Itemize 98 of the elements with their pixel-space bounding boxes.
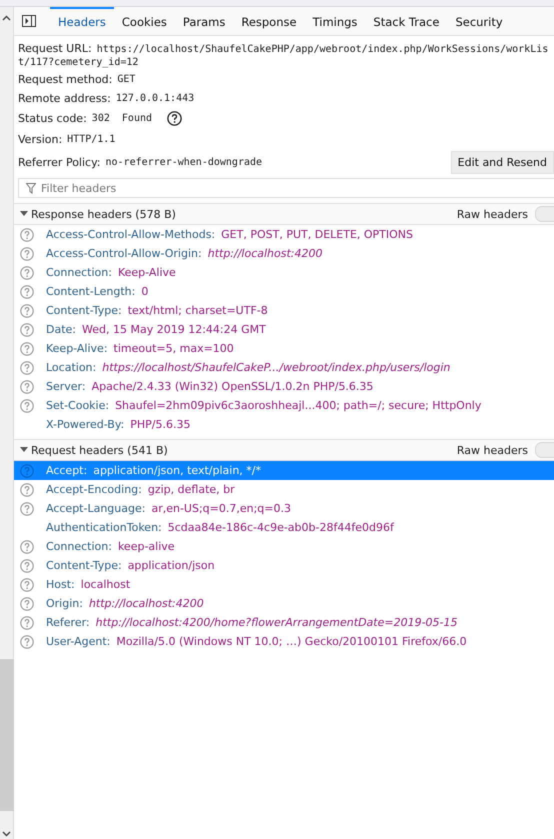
field-label: Remote address: (18, 92, 111, 105)
field-value: GET (117, 74, 136, 85)
raw-headers-label: Raw headers (456, 444, 528, 456)
header-row[interactable]: Connection: keep-alive (14, 537, 554, 556)
header-row[interactable]: Origin: http://localhost:4200 (14, 594, 554, 613)
header-row[interactable]: Access-Control-Allow-Origin: http://localhost:4200 (14, 244, 554, 263)
header-row[interactable]: Date: Wed, 15 May 2019 12:44:24 GMT (14, 320, 554, 339)
header-value: application/json, text/plain, */* (93, 464, 261, 477)
header-name: Content-Type: (46, 559, 122, 572)
sidebar-toggle-icon[interactable] (22, 15, 36, 27)
tab[interactable]: Stack Trace (365, 7, 448, 35)
scrollbar-thumb[interactable] (0, 659, 14, 811)
header-row[interactable]: Server: Apache/2.4.33 (Win32) OpenSSL/1.0.2n PHP/5.6.35 (14, 377, 554, 396)
header-value: https://localhost/ShaufelCakeP.../webroot/index.php/users/login (102, 361, 450, 374)
header-value: PHP/5.6.35 (130, 418, 190, 431)
header-value: 0 (141, 285, 148, 298)
header-name: Server: (46, 380, 86, 393)
header-name: Set-Cookie: (46, 399, 110, 412)
header-name: Referer: (46, 616, 90, 629)
header-value: gzip, deflate, br (148, 483, 235, 496)
filter-field[interactable]: Filter headers (18, 178, 554, 198)
field-value: HTTP/1.1 (67, 134, 116, 145)
header-row[interactable]: Location: https://localhost/ShaufelCakeP.../webroot/index.php/users/login (14, 358, 554, 377)
section-title[interactable]: Request headers (541 B) (31, 444, 168, 456)
header-name: Host: (46, 578, 75, 591)
header-name: Access-Control-Allow-Methods: (46, 228, 216, 241)
collapse-caret-icon[interactable] (20, 211, 28, 217)
scrollbar[interactable] (0, 7, 14, 839)
tab[interactable]: Cookies (114, 7, 175, 35)
header-name: Content-Type: (46, 304, 122, 317)
header-value: http://localhost:4200 (88, 597, 204, 610)
collapse-caret-icon[interactable] (20, 447, 28, 453)
header-value: keep-alive (118, 540, 175, 553)
help-icon[interactable] (167, 111, 182, 126)
header-name: Accept-Language: (46, 502, 146, 515)
raw-headers-label: Raw headers (456, 208, 528, 220)
header-value: Keep-Alive (118, 266, 176, 279)
request-url-line: Request URL: https://localhost/ShaufelCakePHP/app/webroot/index.php/WorkSessions/workList/117?cemetery_id=12 (18, 41, 550, 70)
header-name: Access-Control-Allow-Origin: (46, 247, 202, 260)
header-name: Accept-Encoding: (46, 483, 142, 496)
header-name: Date: (46, 323, 76, 336)
filter-icon (26, 183, 36, 194)
header-row[interactable]: Access-Control-Allow-Methods: GET, POST, PUT, DELETE, OPTIONS (14, 225, 554, 244)
header-name: Content-Length: (46, 285, 136, 298)
header-value: 5cdaa84e-186c-4c9e-ab0b-28f44fe0d96f (168, 521, 394, 534)
header-row[interactable]: User-Agent: Mozilla/5.0 (Windows NT 10.0; …) Gecko/20100101 Firefox/66.0 (14, 632, 554, 651)
header-value: http://localhost:4200/home?flowerArrangementDate=2019-05-15 (96, 616, 458, 629)
edit-and-resend-button[interactable]: Edit and Resend (450, 150, 554, 174)
scroll-up-icon[interactable] (2, 15, 11, 21)
header-name: Connection: (46, 540, 112, 553)
field-value: 302 Found (92, 113, 152, 124)
scroll-down-icon[interactable] (2, 831, 11, 837)
header-row[interactable]: X-Powered-By: PHP/5.6.35 (14, 415, 554, 434)
header-row[interactable]: Content-Type: application/json (14, 556, 554, 575)
section-title[interactable]: Response headers (578 B) (31, 208, 176, 220)
header-name: AuthenticationToken: (46, 521, 162, 534)
header-row[interactable]: Referer: http://localhost:4200/home?flowerArrangementDate=2019-05-15 (14, 613, 554, 632)
raw-headers-toggle[interactable] (535, 206, 554, 222)
header-row[interactable]: Content-Length: 0 (14, 282, 554, 301)
header-name: X-Powered-By: (46, 418, 124, 431)
header-row[interactable]: Accept: application/json, text/plain, */* (14, 461, 554, 480)
header-value: http://localhost:4200 (208, 247, 322, 260)
header-value: Wed, 15 May 2019 12:44:24 GMT (82, 323, 266, 336)
tab[interactable]: Timings (304, 7, 366, 35)
header-name: User-Agent: (46, 635, 110, 648)
header-name: Keep-Alive: (46, 342, 108, 355)
header-value: Shaufel=2hm09piv6c3aoroshheajl...400; path=/; secure; HttpOnly (115, 399, 482, 412)
tab[interactable]: Params (174, 7, 234, 35)
header-value: text/html; charset=UTF-8 (128, 304, 268, 317)
field-value: no-referrer-when-downgrade (106, 156, 262, 168)
header-row[interactable]: AuthenticationToken: 5cdaa84e-186c-4c9e-ab0b-28f44fe0d96f (14, 518, 554, 537)
field-label: Referrer Policy: (18, 156, 100, 168)
field-label: Status code: (18, 112, 87, 125)
header-row[interactable]: Keep-Alive: timeout=5, max=100 (14, 339, 554, 358)
header-value: timeout=5, max=100 (114, 342, 234, 355)
header-row[interactable]: Set-Cookie: Shaufel=2hm09piv6c3aoroshheajl...400; path=/; secure; HttpOnly (14, 396, 554, 415)
header-value: application/json (128, 559, 215, 572)
tab[interactable]: Response (233, 7, 305, 35)
header-name: Origin: (46, 597, 83, 610)
field-label: Request method: (18, 73, 112, 86)
header-value: GET, POST, PUT, DELETE, OPTIONS (221, 228, 414, 241)
header-value: localhost (80, 578, 130, 591)
header-value: Mozilla/5.0 (Windows NT 10.0; …) Gecko/20100101 Firefox/66.0 (116, 635, 467, 648)
tab[interactable]: Headers (50, 7, 114, 35)
header-row[interactable]: Connection: Keep-Alive (14, 263, 554, 282)
header-row[interactable]: Host: localhost (14, 575, 554, 594)
field-value: 127.0.0.1:443 (116, 93, 194, 104)
header-name: Connection: (46, 266, 112, 279)
header-value: ar,en-US;q=0.7,en;q=0.3 (151, 502, 291, 515)
raw-headers-toggle[interactable] (535, 442, 554, 458)
header-name: Location: (46, 361, 96, 374)
field-label: Version: (18, 133, 62, 146)
header-row[interactable]: Accept-Language: ar,en-US;q=0.7,en;q=0.3 (14, 499, 554, 518)
header-row[interactable]: Content-Type: text/html; charset=UTF-8 (14, 301, 554, 320)
header-row[interactable]: Accept-Encoding: gzip, deflate, br (14, 480, 554, 499)
header-name: Accept: (46, 464, 88, 477)
tab[interactable]: Security (447, 7, 511, 35)
header-value: Apache/2.4.33 (Win32) OpenSSL/1.0.2n PHP/5.6.35 (92, 380, 374, 393)
